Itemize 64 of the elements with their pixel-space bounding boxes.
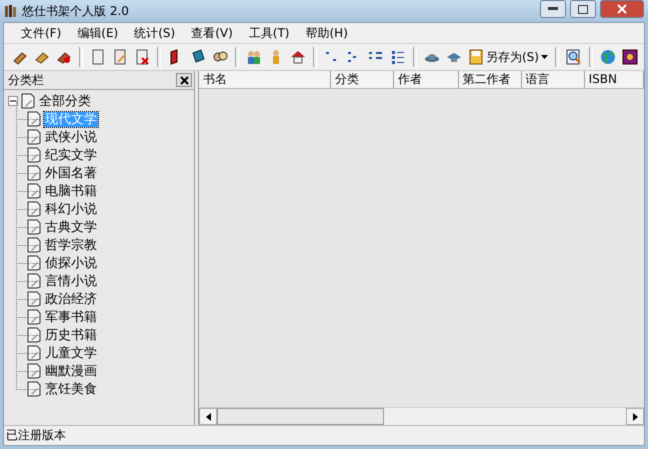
page-icon xyxy=(26,381,42,397)
tree-item[interactable]: 古典文学 xyxy=(44,220,98,234)
page-icon xyxy=(26,309,42,325)
sidebar-title: 分类栏 xyxy=(8,72,44,88)
maximize-button[interactable] xyxy=(570,0,596,18)
app-icon xyxy=(4,4,18,18)
page-icon xyxy=(26,147,42,163)
save-as-button[interactable]: 另存为(S) xyxy=(466,46,550,68)
tree-item[interactable]: 哲学宗教 xyxy=(44,238,98,252)
tree-item[interactable]: 言情小说 xyxy=(44,274,98,288)
caret-icon xyxy=(540,55,548,59)
minimize-button[interactable] xyxy=(540,0,566,18)
scroll-right-button[interactable] xyxy=(626,408,644,425)
page-icon xyxy=(26,273,42,289)
tree-item[interactable]: 电脑书籍 xyxy=(44,184,98,198)
tree-item[interactable]: 军事书籍 xyxy=(44,310,98,324)
column-header[interactable]: ISBN xyxy=(584,71,644,88)
tree-item[interactable]: 幽默漫画 xyxy=(44,364,98,378)
tree-item[interactable]: 科幻小说 xyxy=(44,202,98,216)
page-icon xyxy=(26,111,42,127)
page-icon xyxy=(26,291,42,307)
scrollbar-thumb[interactable] xyxy=(217,408,384,425)
tree-item[interactable]: 历史书籍 xyxy=(44,328,98,342)
tree-item[interactable]: 儿童文学 xyxy=(44,346,98,360)
menu-item[interactable]: 工具(T) xyxy=(242,24,296,42)
page-icon xyxy=(20,93,36,109)
page-icon xyxy=(26,363,42,379)
close-icon xyxy=(617,4,627,14)
tree-item[interactable]: 烹饪美食 xyxy=(44,382,98,396)
left-arrow-icon xyxy=(206,412,210,420)
close-icon xyxy=(180,76,188,84)
page-icon xyxy=(26,165,42,181)
menu-item[interactable]: 文件(F) xyxy=(14,24,68,42)
collapse-icon[interactable] xyxy=(8,96,18,106)
page-icon xyxy=(26,219,42,235)
tree-item[interactable]: 纪实文学 xyxy=(44,148,98,162)
tree-item[interactable]: 武侠小说 xyxy=(44,130,98,144)
page-icon xyxy=(26,183,42,199)
window-title: 悠仕书架个人版 2.0 xyxy=(22,2,129,20)
page-icon xyxy=(26,345,42,361)
column-header[interactable]: 书名 xyxy=(199,71,331,88)
status-text: 已注册版本 xyxy=(6,427,66,444)
page-icon xyxy=(26,255,42,271)
column-header[interactable]: 第二作者 xyxy=(458,71,522,88)
page-icon xyxy=(26,327,42,343)
page-icon xyxy=(26,237,42,253)
menu-item[interactable]: 统计(S) xyxy=(127,24,182,42)
column-header[interactable]: 语言 xyxy=(522,71,585,88)
close-button[interactable] xyxy=(176,73,192,87)
tree-item[interactable]: 全部分类 xyxy=(38,94,92,108)
menu-item[interactable]: 查看(V) xyxy=(184,24,240,42)
column-header[interactable]: 作者 xyxy=(394,71,459,88)
menu-item[interactable]: 编辑(E) xyxy=(70,24,126,42)
scroll-left-button[interactable] xyxy=(199,408,217,425)
tree-item[interactable]: 侦探小说 xyxy=(44,256,98,270)
menu-item[interactable]: 帮助(H) xyxy=(298,24,355,42)
page-icon xyxy=(26,201,42,217)
maximize-icon xyxy=(578,4,588,14)
tree-item[interactable]: 政治经济 xyxy=(44,292,98,306)
tree-item[interactable]: 外国名著 xyxy=(44,166,98,180)
column-header[interactable]: 分类 xyxy=(330,71,394,88)
page-icon xyxy=(26,129,42,145)
minimize-icon xyxy=(548,7,558,11)
right-arrow-icon xyxy=(632,412,638,420)
